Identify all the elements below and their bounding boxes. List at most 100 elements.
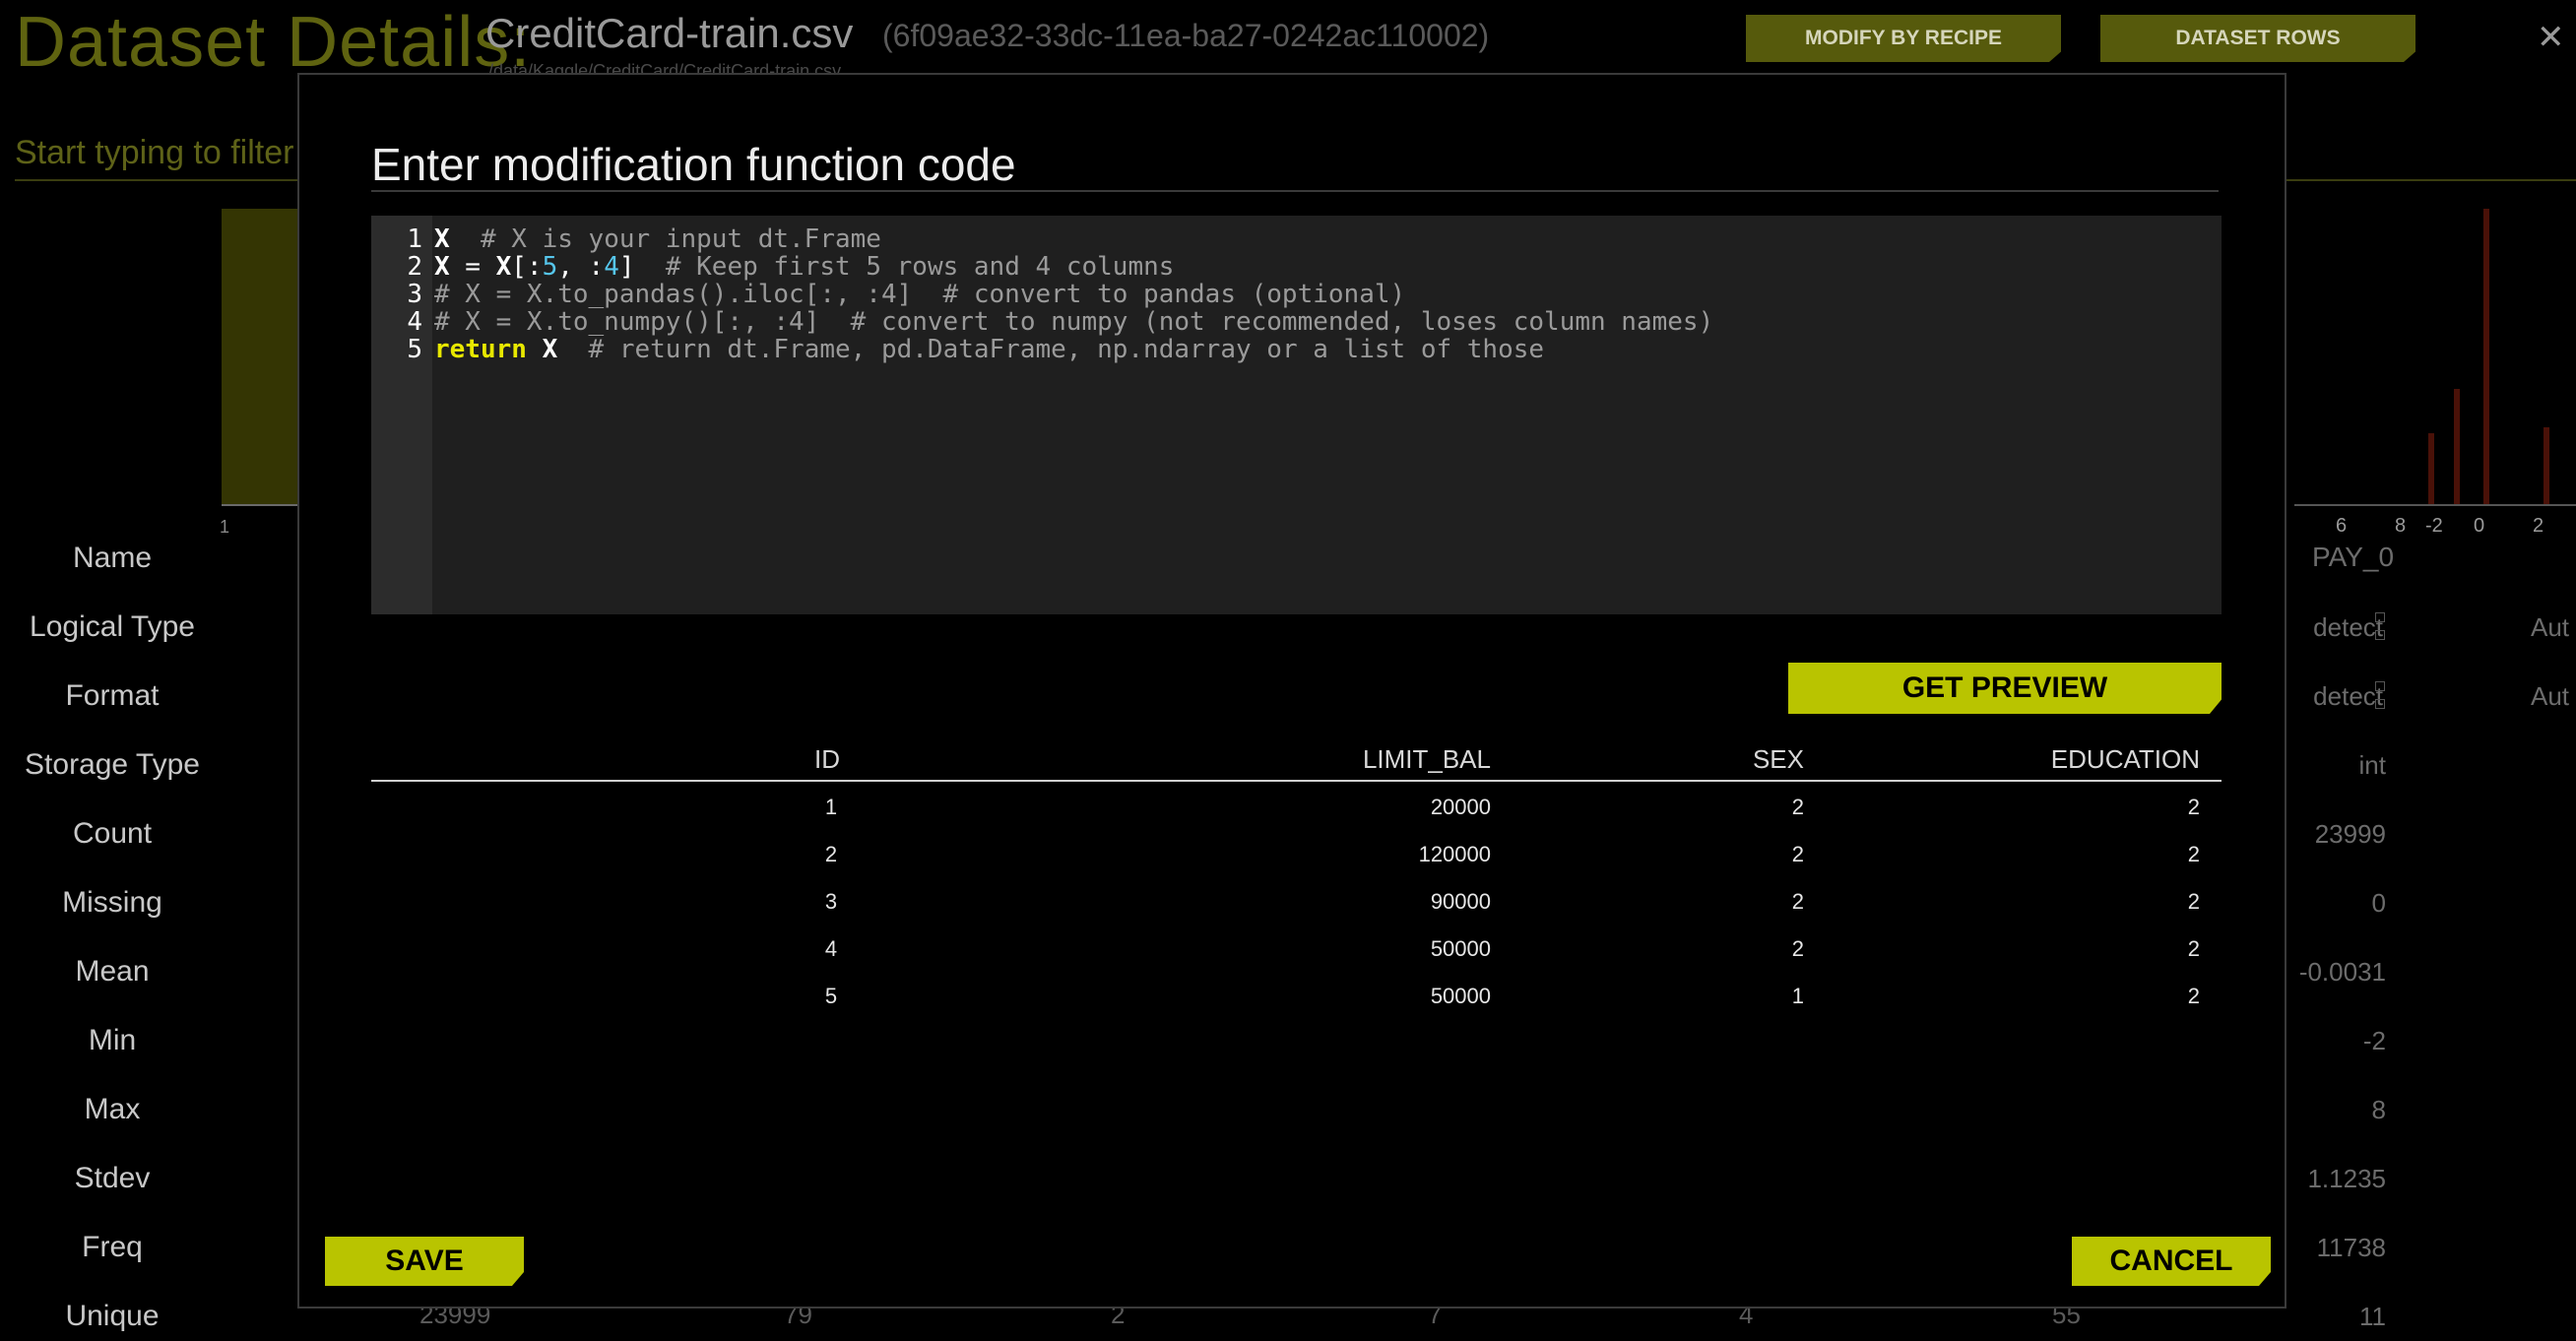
row-label-freq: Freq (0, 1231, 225, 1264)
line-number: 1 (371, 225, 422, 253)
save-button[interactable]: SAVE (325, 1237, 524, 1286)
select-toggle-icon[interactable] (2375, 699, 2385, 709)
code-token: # Keep first 5 rows and 4 columns (635, 252, 1175, 282)
line-number: 4 (371, 308, 422, 336)
line-number: 5 (371, 336, 422, 363)
table-cell: 2 (1509, 889, 1804, 915)
table-cell: 5 (733, 984, 930, 1009)
table-cell: 3 (733, 889, 930, 915)
dataset-file-name: CreditCard-train.csv (485, 10, 853, 57)
logical-type-select[interactable]: detect (2313, 612, 2383, 643)
dialog-title-divider (371, 190, 2219, 192)
code-token: [: (511, 252, 542, 282)
table-cell: 2 (733, 842, 930, 867)
column-header-limit-bal: LIMIT_BAL (1077, 744, 1491, 775)
table-cell: 2 (1509, 795, 1804, 820)
code-token: X (496, 252, 512, 282)
table-header-divider (371, 780, 2222, 782)
filter-input[interactable]: Start typing to filter (15, 134, 293, 172)
page-title: Dataset Details: (15, 2, 531, 83)
code-token: # X = X.to_numpy()[:, :4] # convert to n… (434, 307, 1713, 337)
line-number: 2 (371, 253, 422, 281)
code-token: ] (619, 252, 635, 282)
min-value: -2 (2363, 1026, 2386, 1056)
row-label-format: Format (0, 679, 225, 713)
table-cell: 2 (1904, 936, 2200, 962)
histogram-tick-right: 6 (2336, 515, 2347, 538)
row-label-mean: Mean (0, 955, 225, 989)
histogram-tick-right: 2 (2533, 515, 2544, 538)
format-select[interactable]: detect (2313, 681, 2383, 712)
table-cell: 120000 (1097, 842, 1491, 867)
code-token: X (434, 224, 450, 254)
row-label-min: Min (0, 1024, 225, 1057)
cancel-button[interactable]: CANCEL (2072, 1237, 2271, 1286)
format-select-next[interactable]: Aut (2531, 681, 2569, 712)
table-cell: 2 (1904, 984, 2200, 1009)
table-cell: 20000 (1097, 795, 1491, 820)
code-token: return (434, 335, 527, 364)
stdev-value: 1.1235 (2307, 1164, 2386, 1194)
freq-value: 11738 (2317, 1233, 2386, 1263)
code-token: X (434, 252, 450, 282)
missing-value: 0 (2372, 888, 2386, 919)
table-cell: 2 (1509, 842, 1804, 867)
table-cell: 2 (1904, 842, 2200, 867)
line-number: 3 (371, 281, 422, 308)
dataset-rows-button[interactable]: DATASET ROWS (2100, 15, 2415, 62)
table-cell: 2 (1904, 795, 2200, 820)
histogram-bar (2454, 389, 2460, 504)
max-value: 8 (2372, 1095, 2386, 1125)
table-cell: 2 (1509, 936, 1804, 962)
histogram-tick-right: 8 (2395, 515, 2406, 538)
code-token: X (543, 335, 558, 364)
select-toggle-icon[interactable] (2375, 630, 2385, 640)
select-toggle-icon[interactable] (2375, 681, 2385, 691)
row-label-max: Max (0, 1093, 225, 1126)
modify-by-recipe-button[interactable]: MODIFY BY RECIPE (1746, 15, 2061, 62)
unique-value: 11 (2359, 1302, 2386, 1332)
table-cell: 90000 (1097, 889, 1491, 915)
get-preview-button[interactable]: GET PREVIEW (1788, 663, 2222, 714)
row-label-count: Count (0, 817, 225, 851)
code-editor[interactable]: 1X # X is your input dt.Frame2X = X[:5, … (371, 216, 2222, 614)
code-line[interactable]: 2X = X[:5, :4] # Keep first 5 rows and 4… (371, 253, 1174, 281)
table-cell: 50000 (1097, 984, 1491, 1009)
row-label-name: Name (0, 542, 225, 575)
row-label-unique: Unique (0, 1300, 225, 1333)
code-line[interactable]: 5 return X # return dt.Frame, pd.DataFram… (371, 336, 1544, 363)
column-header-sex: SEX (1459, 744, 1804, 775)
code-token: = (450, 252, 496, 282)
histogram-tick-left: 1 (220, 517, 229, 538)
count-value: 23999 (2315, 819, 2386, 850)
table-cell: 2 (1904, 889, 2200, 915)
table-cell: 4 (733, 936, 930, 962)
table-cell: 1 (1509, 984, 1804, 1009)
histogram-bar (2483, 209, 2489, 504)
histogram-bar (2544, 427, 2549, 504)
storage-type-value: int (2359, 750, 2386, 781)
logical-type-select-next[interactable]: Aut (2531, 612, 2569, 643)
select-toggle-icon[interactable] (2375, 612, 2385, 622)
histogram-axis-right (2294, 504, 2576, 506)
column-name: PAY_0 (2312, 542, 2394, 573)
code-token: 5 (543, 252, 558, 282)
code-token: 4 (604, 252, 619, 282)
code-line[interactable]: 4 # X = X.to_numpy()[:, :4] # convert to … (371, 308, 1713, 336)
code-token: , : (557, 252, 604, 282)
code-token: # return dt.Frame, pd.DataFrame, np.ndar… (557, 335, 1544, 364)
histogram-tick-right: -2 (2425, 515, 2443, 538)
histogram-tick-right: 0 (2474, 515, 2484, 538)
code-token: # X = X.to_pandas().iloc[:, :4] # conver… (434, 280, 1405, 309)
column-header-id: ID (814, 744, 840, 775)
table-cell: 50000 (1097, 936, 1491, 962)
row-label-storage-type: Storage Type (0, 748, 225, 782)
code-line[interactable]: 3 # X = X.to_pandas().iloc[:, :4] # conve… (371, 281, 1405, 308)
row-label-stdev: Stdev (0, 1162, 225, 1195)
code-line[interactable]: 1X # X is your input dt.Frame (371, 225, 881, 253)
histogram-axis-left (222, 504, 300, 506)
close-icon[interactable]: ✕ (2537, 18, 2565, 57)
dataset-id: (6f09ae32-33dc-11ea-ba27-0242ac110002) (882, 18, 1489, 54)
row-label-logical-type: Logical Type (0, 610, 225, 644)
table-cell: 1 (733, 795, 930, 820)
